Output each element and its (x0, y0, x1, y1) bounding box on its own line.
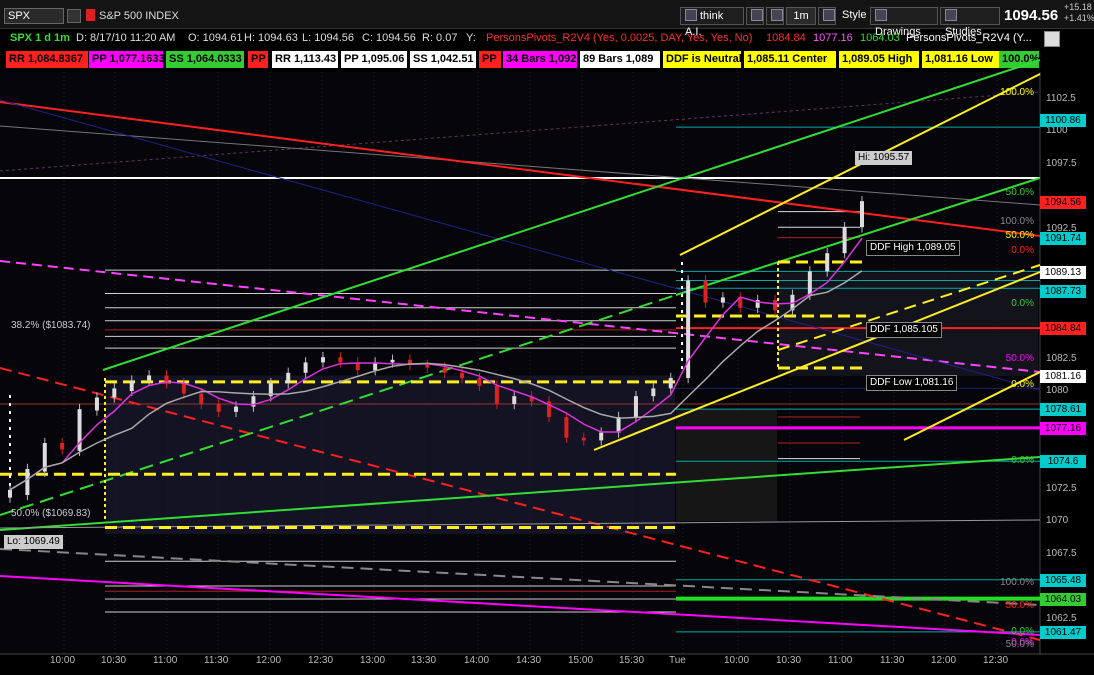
candle-body (129, 380, 134, 391)
candle-body (825, 253, 830, 272)
ddf-low-label: DDF Low 1,081.16 (866, 375, 958, 391)
price-box: 1089.13 (1040, 266, 1086, 280)
fib-level-label: 100.0% (1000, 577, 1034, 589)
candle-body (234, 406, 239, 412)
time-axis-label: 14:30 (516, 655, 542, 666)
fib-level-label: 50.0% (1005, 352, 1034, 364)
time-axis-label: 11:00 (828, 655, 853, 666)
price-axis-label: 1097.5 (1046, 157, 1077, 169)
time-axis-label: 13:30 (411, 655, 437, 666)
time-axis-label: 11:30 (204, 655, 229, 666)
price-box: 1061.47 (1040, 625, 1086, 639)
candle-body (338, 357, 343, 363)
time-axis-label: 15:30 (619, 655, 645, 666)
candle-body (8, 489, 12, 498)
candle-body (807, 271, 812, 295)
time-axis-label: 14:00 (464, 655, 490, 666)
price-box: 1100.86 (1040, 113, 1086, 127)
price-axis-label: 1067.5 (1046, 547, 1077, 559)
price-box: 1087.73 (1040, 284, 1086, 298)
candle-body (581, 437, 586, 441)
price-box: 1078.61 (1040, 403, 1086, 417)
candle-body (512, 396, 517, 404)
candle-body (773, 300, 778, 311)
lo-label: Lo: 1069.49 (4, 535, 63, 549)
candle-body (286, 372, 291, 384)
time-axis-label: 10:00 (50, 655, 76, 666)
price-axis-label: 1102.5 (1046, 92, 1076, 104)
time-axis-label: 10:00 (724, 655, 750, 666)
fib-level-label: 50.0% (1005, 638, 1034, 650)
candle-body (216, 404, 221, 412)
candle-body (564, 417, 569, 438)
time-axis-label: 12:00 (931, 655, 957, 666)
candle-body (94, 397, 99, 411)
fib-level-label: 100.0% (1000, 87, 1034, 99)
candle-body (425, 365, 430, 368)
price-box: 1077.16 (1040, 421, 1086, 435)
fib-level-label: 50.0% (1005, 230, 1034, 242)
candle-body (60, 443, 65, 450)
candle-body (390, 359, 395, 363)
range-box-gap (676, 409, 777, 521)
candle-body (303, 362, 308, 373)
fib-level-label: 0.0% (1011, 297, 1034, 309)
candle-body (494, 385, 499, 404)
candle-body (651, 388, 656, 397)
time-axis-label: 15:00 (568, 655, 594, 666)
fib-382-label: 38.2% ($1083.74) (11, 320, 91, 331)
price-box: 1084.84 (1040, 322, 1086, 336)
time-axis-label: 12:00 (256, 655, 282, 666)
price-axis-label: 1070 (1046, 515, 1069, 526)
ddf-center-label: DDF 1,085.105 (866, 322, 942, 338)
price-box: 1091.74 (1040, 232, 1086, 246)
candle-body (720, 297, 725, 303)
candle-body (633, 396, 638, 417)
candle-body (320, 357, 325, 363)
price-box: 1094.56 (1040, 195, 1086, 209)
time-axis-label: 12:30 (983, 655, 1009, 666)
fib-level-label: 0.0% (1011, 378, 1034, 390)
candle-body (842, 227, 847, 254)
candle-body (112, 388, 117, 398)
time-axis-label: 11:00 (153, 655, 178, 666)
price-box: 1064.03 (1040, 592, 1086, 606)
price-axis-label: 1080 (1046, 385, 1069, 396)
candle-body (199, 393, 204, 404)
ddf-high-label: DDF High 1,089.05 (866, 240, 960, 256)
fib-level-label: 0.0% (1011, 244, 1034, 256)
time-axis-label: 10:30 (776, 655, 802, 666)
candle-body (442, 367, 447, 373)
candle-body (703, 280, 708, 303)
candle-body (860, 201, 864, 228)
price-box: 1074.6 (1040, 455, 1086, 469)
hi-label: Hi: 1095.57 (855, 151, 913, 165)
candle-body (668, 378, 673, 389)
range-box-day1 (105, 375, 675, 534)
candle-body (25, 469, 30, 495)
price-box: 1065.48 (1040, 573, 1086, 587)
fib-50-label: 50.0% ($1069.83) (11, 508, 91, 519)
time-axis-label: 12:30 (308, 655, 334, 666)
candle-body (599, 432, 604, 441)
price-axis-label: 1072.5 (1046, 482, 1077, 494)
price-box: 1081.16 (1040, 369, 1086, 383)
price-axis-label: 1082.5 (1046, 352, 1077, 364)
candle-body (181, 383, 186, 394)
candle-body (147, 375, 152, 381)
time-axis-label: Tue (669, 655, 686, 666)
fib-level-label: 50.0% (1005, 187, 1034, 199)
price-axis-label: 1062.5 (1046, 612, 1077, 624)
time-axis-label: 10:30 (101, 655, 127, 666)
candle-body (477, 378, 482, 386)
time-axis-label: 11:30 (880, 655, 905, 666)
candle-body (460, 372, 465, 378)
time-axis-label: 13:00 (360, 655, 386, 666)
fib-level-label: 0.0% (1011, 455, 1034, 467)
fib-level-label: 100.0% (1000, 216, 1034, 227)
fib-level-label: 50.0% (1005, 599, 1034, 611)
fib-level-label: 0.0% (1011, 625, 1034, 637)
